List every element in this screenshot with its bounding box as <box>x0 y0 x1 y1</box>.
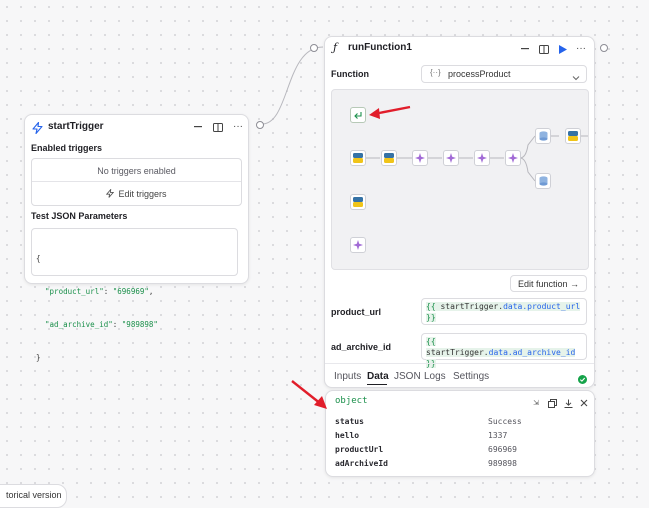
minimize-icon[interactable] <box>191 120 205 134</box>
output-handle-runfunction[interactable] <box>600 44 608 52</box>
no-triggers-text: No triggers enabled <box>97 166 176 176</box>
ai-sparkle-node[interactable] <box>505 150 521 166</box>
success-check-icon <box>578 371 587 389</box>
data-value-product-url: 696969 <box>488 445 517 454</box>
python-icon <box>384 153 394 163</box>
start-trigger-card[interactable]: startTrigger ··· Enabled triggers No tri… <box>24 114 249 362</box>
python-node[interactable] <box>565 128 581 144</box>
panel-layout-icon[interactable] <box>537 42 551 56</box>
copy-icon[interactable] <box>545 396 559 410</box>
param-input-product-url[interactable]: {{ startTrigger.data.product_url }} <box>421 298 587 325</box>
ai-sparkle-node[interactable] <box>350 237 366 253</box>
historical-version-button[interactable]: torical version <box>0 484 67 508</box>
output-handle-trigger[interactable] <box>256 121 264 129</box>
data-value-status: Success <box>488 417 522 426</box>
run-function-card[interactable]: ƒ runFunction1 ··· Function {··} process… <box>324 36 595 388</box>
edit-triggers-button[interactable]: Edit triggers <box>32 183 241 205</box>
param-input-ad-archive-id[interactable]: {{ startTrigger.data.ad_archive_id }} <box>421 333 587 368</box>
lightning-icon <box>32 121 43 139</box>
tab-inputs[interactable]: Inputs <box>334 371 361 382</box>
data-key-product-url: productUrl <box>335 445 384 454</box>
param-value-line: startTrigger.data.product_url <box>440 302 581 311</box>
param-name-ad-archive-id: ad_archive_id <box>331 342 392 352</box>
tab-json[interactable]: JSON <box>394 371 421 382</box>
data-value-hello: 1337 <box>488 431 508 440</box>
panel-layout-icon[interactable] <box>211 120 225 134</box>
json-line-1: { <box>36 254 41 263</box>
enabled-triggers-heading: Enabled triggers <box>31 143 103 153</box>
function-select-value: processProduct <box>448 69 511 79</box>
function-select[interactable]: {··} processProduct <box>421 65 587 83</box>
annotation-arrow-object <box>291 380 327 409</box>
triggers-box: No triggers enabled Edit triggers <box>31 158 242 206</box>
data-key-status: status <box>335 417 364 426</box>
json-line-3: "ad_archive_id": "989898" <box>36 320 158 329</box>
python-icon <box>353 153 363 163</box>
run-play-icon[interactable] <box>556 42 570 56</box>
object-type-label: object <box>335 396 368 406</box>
sparkle-icon <box>477 153 487 163</box>
lightning-small-icon <box>106 185 115 203</box>
python-node[interactable] <box>350 194 366 210</box>
download-icon[interactable] <box>561 396 575 410</box>
ai-sparkle-node[interactable] <box>443 150 459 166</box>
tab-data-underline <box>367 384 387 385</box>
input-handle-runfunction[interactable] <box>310 44 318 52</box>
python-node[interactable] <box>381 150 397 166</box>
ai-sparkle-node[interactable] <box>412 150 428 166</box>
tab-logs[interactable]: Logs <box>424 371 446 382</box>
json-line-2: "product_url": "696969", <box>36 287 154 296</box>
python-icon <box>568 131 578 141</box>
json-line-4: } <box>36 353 41 362</box>
database-icon <box>539 176 547 186</box>
trigger-title: startTrigger <box>48 121 104 132</box>
tab-settings[interactable]: Settings <box>453 371 489 382</box>
data-key-hello: hello <box>335 431 360 440</box>
sparkle-icon <box>353 240 363 250</box>
minimize-icon[interactable] <box>518 42 532 56</box>
data-key-ad-archive-id: adArchiveId <box>335 459 388 468</box>
code-braces-icon: {··} <box>430 68 441 77</box>
json-editor[interactable]: { "product_url": "696969", "ad_archive_i… <box>31 228 238 362</box>
return-node[interactable] <box>350 107 366 123</box>
database-node[interactable] <box>535 128 551 144</box>
sparkle-icon <box>508 153 518 163</box>
close-icon[interactable] <box>577 396 591 410</box>
more-options-icon[interactable]: ··· <box>231 120 245 134</box>
runfunction-title: runFunction1 <box>348 42 412 53</box>
ai-sparkle-node[interactable] <box>474 150 490 166</box>
param-name-product-url: product_url <box>331 307 382 317</box>
test-json-heading: Test JSON Parameters <box>31 211 128 221</box>
historical-version-label: torical version <box>6 490 62 500</box>
collapse-icon[interactable]: ⇲ <box>529 396 543 410</box>
edit-triggers-label: Edit triggers <box>118 189 167 199</box>
sparkle-icon <box>415 153 425 163</box>
database-node[interactable] <box>535 173 551 189</box>
database-icon <box>539 131 547 141</box>
chevron-down-icon <box>572 69 580 87</box>
sparkle-icon <box>446 153 456 163</box>
tab-data[interactable]: Data <box>367 371 389 382</box>
annotation-arrow-return <box>369 105 411 119</box>
python-icon <box>353 197 363 207</box>
edit-function-label: Edit function → <box>517 278 580 289</box>
more-options-icon[interactable]: ··· <box>574 42 588 56</box>
edit-function-button[interactable]: Edit function → <box>510 275 587 292</box>
function-label: Function <box>331 69 369 79</box>
return-arrow-icon <box>354 111 362 119</box>
data-value-ad-archive-id: 989898 <box>488 459 517 468</box>
function-f-icon: ƒ <box>333 41 338 54</box>
python-node[interactable] <box>350 150 366 166</box>
